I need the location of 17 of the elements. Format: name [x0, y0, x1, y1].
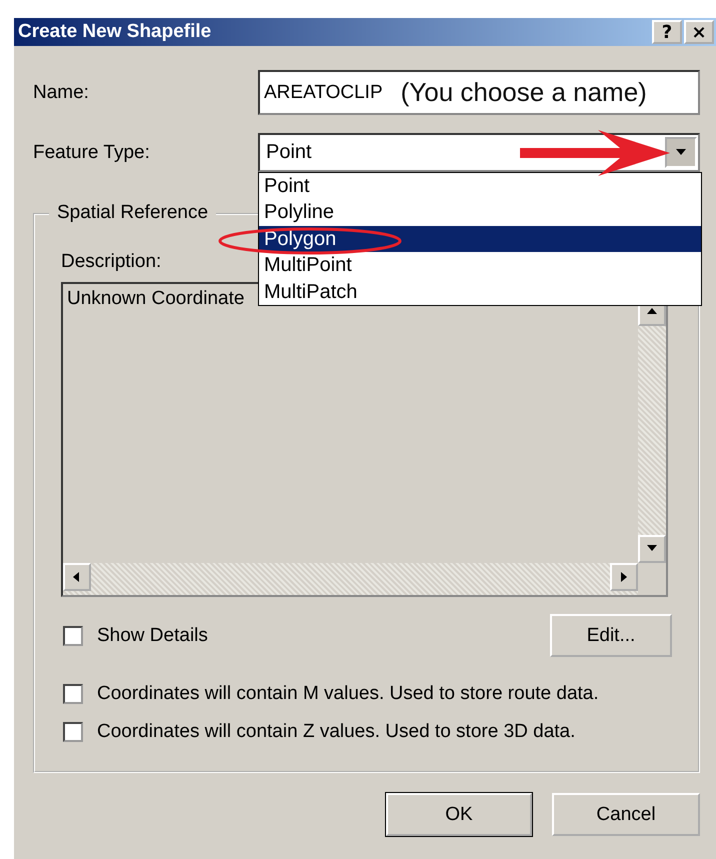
checkbox-label: Show Details: [97, 624, 208, 646]
close-button[interactable]: ×: [684, 20, 714, 44]
description-label: Description:: [61, 251, 162, 273]
checkbox-label: Coordinates will contain Z values. Used to store 3D data.: [97, 721, 576, 743]
field-label: Feature Type:: [33, 142, 151, 164]
name-field[interactable]: AREATOCLIP (You choose a name): [258, 70, 700, 115]
cancel-button[interactable]: Cancel: [552, 793, 700, 836]
field-label: Name:: [33, 82, 90, 104]
help-button[interactable]: ?: [652, 20, 682, 44]
checkbox-label: Coordinates will contain M values. Used to store route data.: [97, 683, 599, 705]
ok-button[interactable]: OK: [386, 793, 532, 836]
dropdown-option[interactable]: Polygon: [259, 226, 701, 252]
annotation-text: (You choose a name): [400, 77, 647, 108]
edit-button[interactable]: Edit...: [550, 614, 672, 657]
window-title: Create New Shapefile: [18, 21, 212, 43]
group-legend: Spatial Reference: [49, 202, 216, 224]
description-text: Unknown Coordinate: [66, 287, 244, 310]
